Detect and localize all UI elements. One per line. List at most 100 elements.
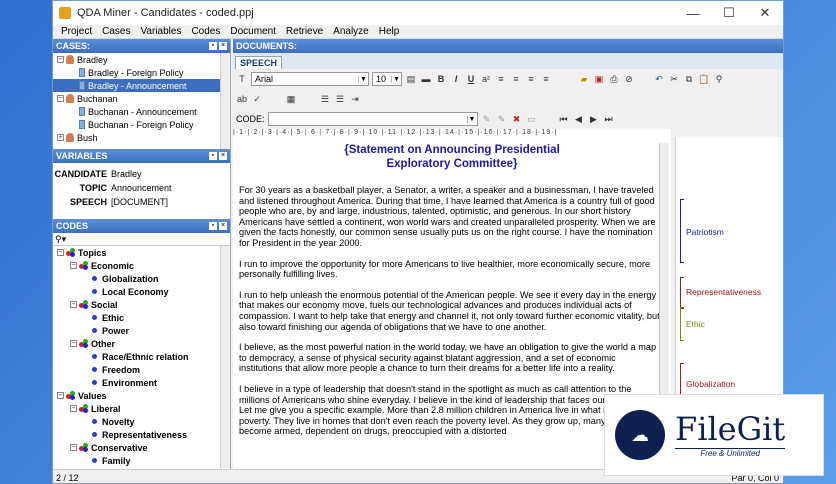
code-row[interactable]: Family xyxy=(53,454,230,467)
bullet-list-icon[interactable]: ☰ xyxy=(319,93,331,105)
save-icon[interactable]: ▣ xyxy=(593,73,605,85)
code-bracket-patriotism[interactable] xyxy=(680,199,684,263)
numbered-list-icon[interactable]: ☰ xyxy=(334,93,346,105)
code-row[interactable]: Environment xyxy=(53,376,230,389)
open-folder-icon[interactable]: ▰ xyxy=(578,73,590,85)
menu-retrieve[interactable]: Retrieve xyxy=(281,26,328,37)
code-apply-icon[interactable]: ✎ xyxy=(481,113,493,125)
search-icon[interactable]: ⚲▾ xyxy=(55,234,66,245)
paint-icon[interactable]: ▤ xyxy=(405,73,417,85)
check-icon[interactable]: ✓ xyxy=(251,93,263,105)
code-row[interactable]: − Values xyxy=(53,389,230,402)
case-row[interactable]: − Bradley xyxy=(53,53,230,66)
collapse-icon[interactable]: − xyxy=(57,392,64,399)
table-icon[interactable]: ▦ xyxy=(285,93,297,105)
case-row[interactable]: + Bush xyxy=(53,131,230,144)
code-row[interactable]: − Conservative xyxy=(53,441,230,454)
code-bracket-ethic[interactable] xyxy=(680,307,684,341)
menu-project[interactable]: Project xyxy=(56,26,97,37)
font-icon[interactable]: T xyxy=(236,73,248,85)
menu-codes[interactable]: Codes xyxy=(186,26,225,37)
code-row[interactable]: − Other xyxy=(53,337,230,350)
copy-icon[interactable]: ⧉ xyxy=(683,73,695,85)
comment-icon[interactable]: ▭ xyxy=(526,113,538,125)
collapse-icon[interactable]: − xyxy=(70,340,77,347)
font-size-select[interactable]: 10 ▼ xyxy=(372,72,402,86)
expand-icon[interactable]: + xyxy=(57,134,64,141)
codes-search-bar[interactable]: ⚲▾ xyxy=(53,233,230,246)
margin-code-ethic[interactable]: Ethic xyxy=(686,319,705,329)
margin-code-representativeness[interactable]: Representativeness xyxy=(686,287,761,297)
panel-dock-icon[interactable]: ▪ xyxy=(209,42,217,50)
code-row[interactable]: − Economic xyxy=(53,259,230,272)
align-left-icon[interactable]: ≡ xyxy=(495,73,507,85)
last-icon[interactable]: ⏭ xyxy=(603,113,615,125)
variable-row[interactable]: SPEECH [DOCUMENT] xyxy=(53,195,230,209)
collapse-icon[interactable]: − xyxy=(70,262,77,269)
code-row[interactable]: − Topics xyxy=(53,246,230,259)
panel-dock-icon[interactable]: ▪ xyxy=(209,222,217,230)
code-row[interactable]: Race/Ethnic relation xyxy=(53,350,230,363)
first-icon[interactable]: ⏮ xyxy=(558,113,570,125)
spell-icon[interactable]: ab xyxy=(236,93,248,105)
prev-icon[interactable]: ◀ xyxy=(573,113,585,125)
code-row[interactable]: Representativeness xyxy=(53,428,230,441)
collapse-icon[interactable]: − xyxy=(57,95,64,102)
undo-icon[interactable]: ↶ xyxy=(653,73,665,85)
code-row[interactable]: Globalization xyxy=(53,272,230,285)
print-icon[interactable]: ⎙ xyxy=(608,73,620,85)
tab-speech[interactable]: SPEECH xyxy=(235,56,283,69)
margin-code-globalization[interactable]: Globalization xyxy=(686,379,735,389)
code-select[interactable]: ▼ xyxy=(267,112,478,126)
case-row[interactable]: − Buchanan xyxy=(53,92,230,105)
cases-scrollbar[interactable] xyxy=(220,53,230,149)
code-row[interactable]: Novelty xyxy=(53,415,230,428)
maximize-button[interactable]: ☐ xyxy=(711,5,747,21)
indent-icon[interactable]: ⇥ xyxy=(349,93,361,105)
collapse-icon[interactable]: − xyxy=(57,249,64,256)
collapse-icon[interactable]: − xyxy=(70,301,77,308)
code-row[interactable]: Ethic xyxy=(53,311,230,324)
variable-row[interactable]: TOPIC Announcement xyxy=(53,181,230,195)
panel-dock-icon[interactable]: ▪ xyxy=(209,152,217,160)
variable-row[interactable]: CANDIDATE Bradley xyxy=(53,167,230,181)
menu-document[interactable]: Document xyxy=(225,26,281,37)
case-row[interactable]: Bradley - Foreign Policy xyxy=(53,66,230,79)
menu-cases[interactable]: Cases xyxy=(97,26,135,37)
panel-close-icon[interactable]: × xyxy=(219,152,227,160)
align-right-icon[interactable]: ≡ xyxy=(525,73,537,85)
panel-close-icon[interactable]: × xyxy=(219,222,227,230)
collapse-icon[interactable]: − xyxy=(70,444,77,451)
paste-icon[interactable]: 📋 xyxy=(698,73,710,85)
code-edit-icon[interactable]: ✎ xyxy=(496,113,508,125)
case-row[interactable]: Buchanan - Announcement xyxy=(53,105,230,118)
case-row[interactable]: Buchanan - Foreign Policy xyxy=(53,118,230,131)
code-row[interactable]: Freedom xyxy=(53,363,230,376)
collapse-icon[interactable]: − xyxy=(57,56,64,63)
code-remove-icon[interactable]: ✖ xyxy=(511,113,523,125)
italic-icon[interactable]: I xyxy=(450,73,462,85)
code-bracket-representativeness[interactable] xyxy=(680,277,684,309)
menu-variables[interactable]: Variables xyxy=(135,26,186,37)
underline-icon[interactable]: U xyxy=(465,73,477,85)
margin-code-patriotism[interactable]: Patriotism xyxy=(686,227,724,237)
highlight-icon[interactable]: ▬ xyxy=(420,73,432,85)
font-select[interactable]: Arial ▼ xyxy=(251,72,369,86)
collapse-icon[interactable]: − xyxy=(70,405,77,412)
close-button[interactable]: ✕ xyxy=(747,5,783,21)
panel-close-icon[interactable]: × xyxy=(219,42,227,50)
delete-icon[interactable]: ⊘ xyxy=(623,73,635,85)
code-row[interactable]: Local Economy xyxy=(53,285,230,298)
find-icon[interactable]: ⚲ xyxy=(713,73,725,85)
code-row[interactable]: Power xyxy=(53,324,230,337)
justify-icon[interactable]: ≡ xyxy=(540,73,552,85)
align-center-icon[interactable]: ≡ xyxy=(510,73,522,85)
codes-scrollbar[interactable] xyxy=(220,246,230,468)
minimize-button[interactable]: — xyxy=(675,6,711,21)
menu-help[interactable]: Help xyxy=(374,26,405,37)
bold-icon[interactable]: B xyxy=(435,73,447,85)
cut-icon[interactable]: ✂ xyxy=(668,73,680,85)
code-row[interactable]: − Social xyxy=(53,298,230,311)
menu-analyze[interactable]: Analyze xyxy=(328,26,374,37)
next-icon[interactable]: ▶ xyxy=(588,113,600,125)
